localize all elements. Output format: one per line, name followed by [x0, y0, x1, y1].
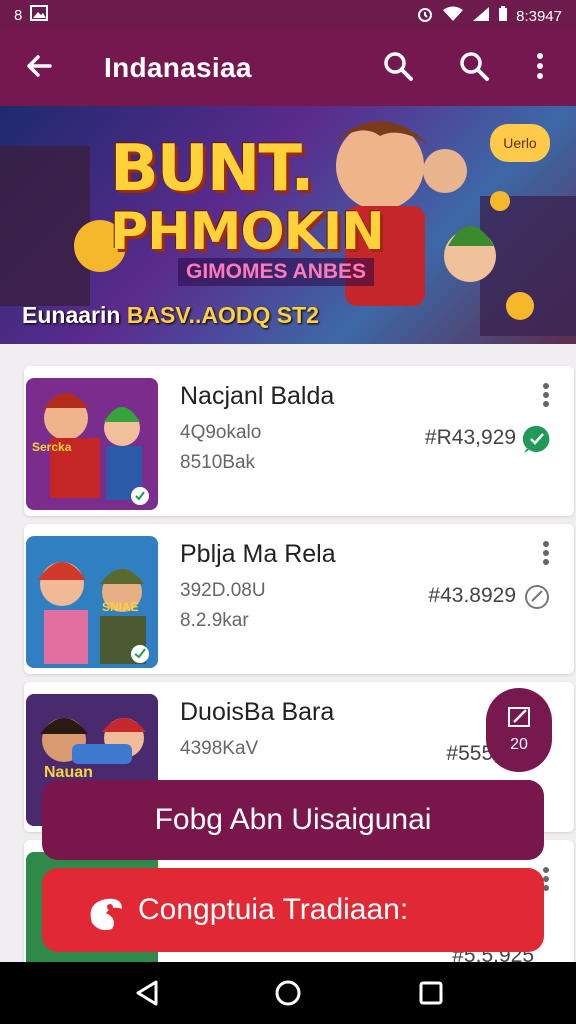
game-thumbnail[interactable]: SNIAE: [26, 536, 158, 668]
game-title: DuoisBa Bara: [180, 698, 335, 726]
game-title: Nacjanl Balda: [180, 382, 335, 410]
status-time: 8:3947: [516, 7, 562, 25]
edit-link-icon[interactable]: [522, 582, 552, 612]
secondary-action-button[interactable]: Congptuia Tradiaan:: [42, 868, 544, 952]
floating-action-button[interactable]: 20: [486, 688, 552, 772]
game-meta-line2: 8.2.9kar: [180, 610, 249, 631]
game-meta-line1: 4Q9okalo: [180, 422, 262, 443]
game-meta-line2: 8510Bak: [180, 452, 256, 473]
game-card[interactable]: Sercka Nacjanl Balda 4Q9okalo 8510Bak #R…: [24, 366, 574, 516]
game-thumbnail[interactable]: Sercka: [26, 378, 158, 510]
search-icon[interactable]: [380, 48, 416, 84]
nav-back-icon[interactable]: [132, 978, 162, 1008]
nav-recents-icon[interactable]: [416, 978, 446, 1008]
primary-action-button[interactable]: Fobg Abn Uisaigunai: [42, 780, 544, 860]
chat-bubble-icon[interactable]: [522, 424, 552, 454]
overflow-menu-icon[interactable]: [522, 48, 558, 84]
gallery-icon: [30, 5, 49, 25]
game-price: #R43,929: [424, 426, 516, 449]
more-vert-icon[interactable]: [542, 382, 550, 408]
page-title: Indanasiaa: [104, 52, 252, 83]
banner-caption-prefix: Eunaarin: [22, 302, 121, 328]
battery-icon: [498, 6, 508, 26]
thumbnail-label: Sercka: [32, 440, 72, 454]
banner-subtitle: GIMOMES ANBES: [178, 258, 375, 286]
fab-count: 20: [510, 736, 528, 753]
back-arrow-icon[interactable]: [22, 48, 58, 84]
banner-headline-line1: BUNT.: [110, 132, 315, 206]
status-bar: 8 8:3947: [0, 0, 576, 28]
alarm-icon: [416, 5, 434, 27]
banner-caption-highlight: BASV..AODQ ST2: [126, 302, 319, 328]
game-meta-line1: 4398KaV: [180, 738, 259, 759]
brand-logo-icon: [82, 886, 130, 934]
banner-badge[interactable]: Uerlo: [490, 124, 550, 162]
thumbnail-label: SNIAE: [102, 600, 139, 614]
banner-headline-line2: PHMOKIN: [110, 202, 385, 262]
promo-banner[interactable]: Uerlo BUNT. PHMOKIN GIMOMES ANBES Eunaar…: [0, 106, 576, 344]
game-card[interactable]: SNIAE Pblja Ma Rela 392D.08U 8.2.9kar #4…: [24, 524, 574, 674]
app-bar: Indanasiaa: [0, 28, 576, 106]
game-price: #43.8929: [428, 584, 516, 607]
secondary-action-label: Congptuia Tradiaan:: [138, 893, 409, 926]
search-icon-secondary[interactable]: [456, 48, 492, 84]
status-left-text: 8: [14, 6, 23, 24]
wifi-icon: [442, 6, 464, 26]
game-title: Pblja Ma Rela: [180, 540, 336, 568]
system-nav-bar: [0, 962, 576, 1024]
game-meta-line1: 392D.08U: [180, 580, 266, 601]
nav-home-icon[interactable]: [273, 978, 303, 1008]
banner-caption: Eunaarin BASV..AODQ ST2: [22, 302, 319, 329]
signal-icon: [472, 6, 490, 26]
more-vert-icon[interactable]: [542, 540, 550, 566]
